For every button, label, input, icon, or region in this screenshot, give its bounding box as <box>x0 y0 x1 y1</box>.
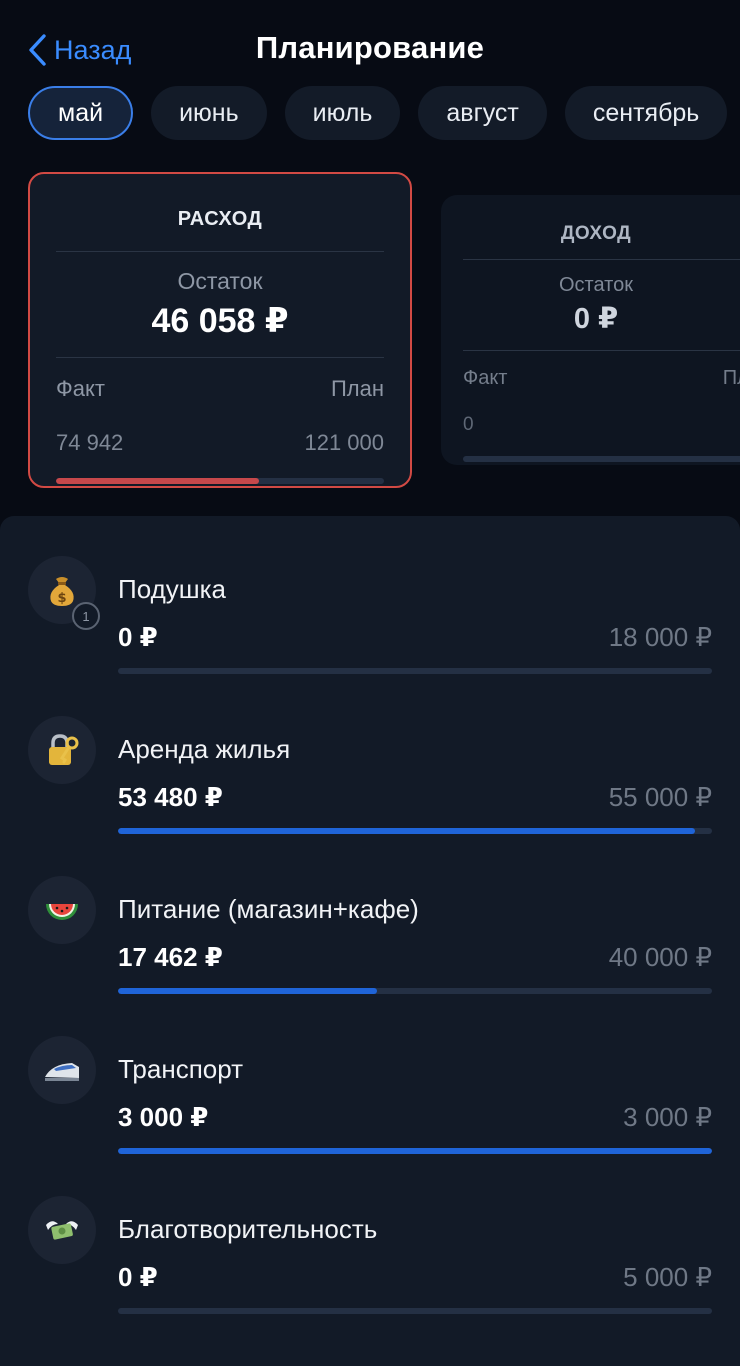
category-fact: 0 ₽ <box>118 622 158 652</box>
list-item-transport[interactable]: Транспорт 3 000 ₽ 3 000 ₽ <box>0 1036 740 1176</box>
tab-month-september[interactable]: сентябрь <box>564 86 728 140</box>
expense-fact-value: 74 942 <box>56 430 124 455</box>
watermelon-icon <box>28 876 96 944</box>
header: Назад Планирование <box>0 0 740 84</box>
expense-summary-card[interactable]: РАСХОД Остаток 46 058 ₽ Факт План 74 942… <box>28 172 412 488</box>
expense-remainder-value: 46 058 ₽ <box>151 302 289 340</box>
tab-month-august[interactable]: август <box>418 86 547 140</box>
planning-screen: Назад Планирование май июнь июль август … <box>0 0 740 1366</box>
divider <box>463 259 740 260</box>
category-progress-bar <box>118 1308 712 1314</box>
category-plan: 3 000 ₽ <box>623 1102 712 1132</box>
expense-card-title: РАСХОД <box>177 208 263 230</box>
category-name: Питание (магазин+кафе) <box>118 894 419 924</box>
category-fact: 53 480 ₽ <box>118 782 223 812</box>
list-item-pitanie[interactable]: Питание (магазин+кафе) 17 462 ₽ 40 000 ₽ <box>0 876 740 1016</box>
category-progress-bar <box>118 668 712 674</box>
divider <box>463 350 740 351</box>
income-fact-label: Факт <box>463 367 508 389</box>
category-progress-fill <box>118 988 378 994</box>
income-fact-value: 0 <box>463 414 474 435</box>
category-progress-bar <box>118 988 712 994</box>
income-progress-bar <box>463 456 740 462</box>
expense-plan-label: План <box>330 376 384 401</box>
income-remainder-value: 0 ₽ <box>573 303 619 335</box>
income-remainder-label: Остаток <box>559 274 633 296</box>
tab-month-june[interactable]: июнь <box>151 86 267 140</box>
list-item-blagotvoritelnost[interactable]: Благотворительность 0 ₽ 5 000 ₽ <box>0 1196 740 1336</box>
category-name: Транспорт <box>118 1054 244 1084</box>
svg-text:$: $ <box>57 591 66 606</box>
income-plan-label: План <box>722 367 740 389</box>
recurring-badge: 1 <box>72 602 100 630</box>
category-list: $ 1 Подушка 0 ₽ 18 000 ₽ Аренда жилья 53… <box>0 516 740 1366</box>
category-progress-bar <box>118 1148 712 1154</box>
tab-month-may[interactable]: май <box>28 86 134 140</box>
category-fact: 17 462 ₽ <box>118 942 223 972</box>
income-fact-plan-labels: Факт План <box>463 367 740 390</box>
category-plan: 5 000 ₽ <box>623 1262 712 1292</box>
expense-fact-plan-values: 74 942 121 000 <box>56 420 384 456</box>
train-icon <box>28 1036 96 1104</box>
expense-plan-value: 121 000 <box>304 430 384 455</box>
category-progress-fill <box>118 828 696 834</box>
category-fact: 3 000 ₽ <box>118 1102 209 1132</box>
category-fact: 0 ₽ <box>118 1262 158 1292</box>
expense-progress-bar <box>56 478 384 484</box>
category-name: Благотворительность <box>118 1214 378 1244</box>
category-plan: 55 000 ₽ <box>608 782 712 812</box>
category-plan: 40 000 ₽ <box>608 942 712 972</box>
divider <box>56 357 384 358</box>
month-tabs: май июнь июль август сентябрь <box>28 86 728 140</box>
expense-progress-fill <box>56 478 260 484</box>
category-progress-fill <box>118 1148 712 1154</box>
list-item-arenda[interactable]: Аренда жилья 53 480 ₽ 55 000 ₽ <box>0 716 740 856</box>
income-fact-plan-values: 0 0 <box>463 406 740 436</box>
expense-remainder-label: Остаток <box>177 268 263 294</box>
divider <box>56 251 384 252</box>
income-summary-card[interactable]: ДОХОД Остаток 0 ₽ Факт План 0 0 <box>441 195 740 465</box>
page-title: Планирование <box>255 30 485 65</box>
lock-key-icon <box>28 716 96 784</box>
category-progress-bar <box>118 828 712 834</box>
category-name: Подушка <box>118 574 227 604</box>
category-plan: 18 000 ₽ <box>608 622 712 652</box>
income-card-title: ДОХОД <box>560 223 632 244</box>
expense-fact-label: Факт <box>56 376 105 401</box>
tab-month-july[interactable]: июль <box>284 86 401 140</box>
category-name: Аренда жилья <box>118 734 291 764</box>
money-wings-icon <box>28 1196 96 1264</box>
list-item-podushka[interactable]: $ 1 Подушка 0 ₽ 18 000 ₽ <box>0 556 740 696</box>
expense-fact-plan-labels: Факт План <box>56 376 384 402</box>
